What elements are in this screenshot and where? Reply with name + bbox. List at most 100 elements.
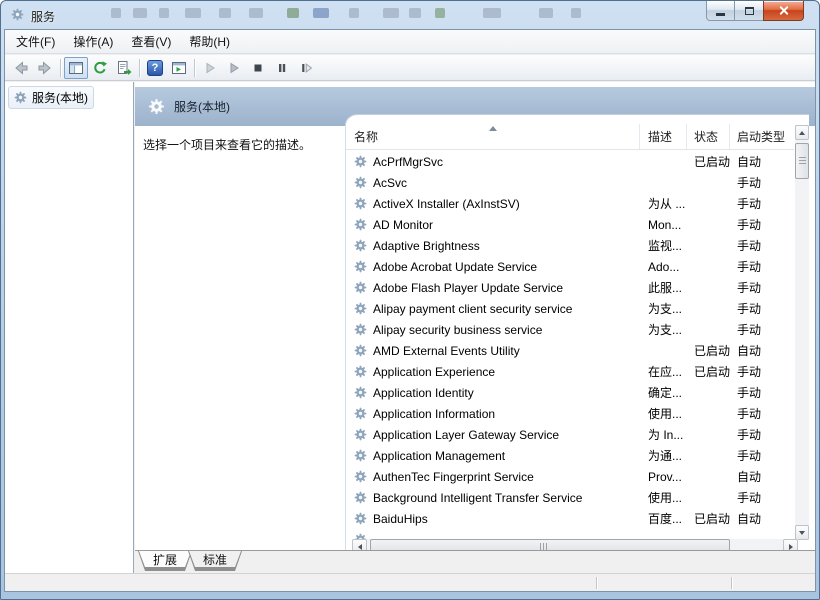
- console-tree-panel: 服务(本地): [5, 82, 134, 573]
- menu-item-view[interactable]: 查看(V): [122, 29, 180, 54]
- restart-service-button[interactable]: [294, 57, 318, 79]
- menu-item-action[interactable]: 操作(A): [64, 29, 122, 54]
- service-name: ActiveX Installer (AxInstSV): [373, 197, 520, 211]
- tab-extended[interactable]: 扩展: [138, 551, 192, 571]
- service-name: AcPrfMgrSvc: [373, 155, 443, 169]
- service-row[interactable]: Background Intelligent Transfer Service …: [346, 487, 794, 508]
- export-list-button[interactable]: [112, 57, 136, 79]
- show-action-pane-button[interactable]: [167, 57, 191, 79]
- service-startup-type: 手动: [730, 384, 794, 401]
- service-row[interactable]: Alipay security business service 为支... 手…: [346, 319, 794, 340]
- service-row[interactable]: Application Information 使用... 手动: [346, 403, 794, 424]
- service-status: 已启动: [687, 153, 730, 170]
- forward-button[interactable]: [33, 57, 57, 79]
- service-description: 使用...: [640, 405, 687, 422]
- service-row[interactable]: BaiduHips 百度... 已启动 自动: [346, 508, 794, 529]
- resume-service-button[interactable]: [222, 57, 246, 79]
- menu-item-file[interactable]: 文件(F): [7, 29, 64, 54]
- service-row[interactable]: Alipay payment client security service 为…: [346, 298, 794, 319]
- service-row[interactable]: Adobe Acrobat Update Service Ado... 手动: [346, 256, 794, 277]
- service-row[interactable]: Application Layer Gateway Service 为 In..…: [346, 424, 794, 445]
- service-row[interactable]: Application Experience 在应... 已启动 手动: [346, 361, 794, 382]
- service-row[interactable]: ActiveX Installer (AxInstSV) 为从 ... 手动: [346, 193, 794, 214]
- service-startup-type: 手动: [730, 447, 794, 464]
- description-hint: 选择一个项目来查看它的描述。: [143, 136, 311, 153]
- service-row[interactable]: Adaptive Brightness 监视... 手动: [346, 235, 794, 256]
- play-icon: [202, 60, 218, 76]
- service-startup-type: 手动: [730, 300, 794, 317]
- service-name: Alipay payment client security service: [373, 302, 572, 316]
- start-service-button[interactable]: [198, 57, 222, 79]
- services-gear-icon: [11, 8, 24, 21]
- services-list-panel: 名称 描述 状态 启动类型: [345, 114, 809, 554]
- service-startup-type: 手动: [730, 258, 794, 275]
- service-row[interactable]: AcSvc 手动: [346, 172, 794, 193]
- service-row[interactable]: AMD External Events Utility 已启动 自动: [346, 340, 794, 361]
- service-row[interactable]: Adobe Flash Player Update Service 此服... …: [346, 277, 794, 298]
- service-status: 已启动: [687, 342, 730, 359]
- minimize-icon: [716, 13, 725, 16]
- service-name: Application Information: [373, 407, 495, 421]
- service-startup-type: 手动: [730, 489, 794, 506]
- services-gear-icon: [14, 91, 27, 104]
- titlebar[interactable]: 服务: [1, 1, 819, 29]
- window-title: 服务: [31, 8, 55, 25]
- pause-service-button[interactable]: [270, 57, 294, 79]
- service-name: Adobe Flash Player Update Service: [373, 281, 563, 295]
- maximize-button[interactable]: [735, 1, 763, 21]
- maximize-icon: [745, 7, 754, 15]
- service-gear-icon: [354, 323, 367, 336]
- column-header-description[interactable]: 描述: [640, 124, 687, 149]
- service-name: Background Intelligent Transfer Service: [373, 491, 582, 505]
- column-header-status[interactable]: 状态: [687, 124, 730, 149]
- statusbar-separator: [596, 577, 597, 589]
- refresh-button[interactable]: [88, 57, 112, 79]
- service-name: Application Management: [373, 449, 505, 463]
- scroll-down-button[interactable]: [795, 525, 809, 540]
- vertical-scrollbar[interactable]: [795, 125, 809, 540]
- service-description: 为支...: [640, 300, 687, 317]
- service-row-partial[interactable]: [346, 529, 640, 539]
- service-name: Application Experience: [373, 365, 495, 379]
- view-tabstrip: 扩展 标准: [135, 550, 815, 573]
- arrow-up-icon: [799, 131, 805, 135]
- column-header-name[interactable]: 名称: [346, 124, 640, 149]
- list-header: 名称 描述 状态 启动类型: [346, 124, 794, 150]
- service-row[interactable]: Application Management 为通... 手动: [346, 445, 794, 466]
- tab-standard[interactable]: 标准: [188, 551, 242, 571]
- scroll-up-button[interactable]: [795, 125, 809, 140]
- service-description: 监视...: [640, 237, 687, 254]
- service-rows: AcPrfMgrSvc 已启动 自动 AcSvc 手动: [346, 151, 794, 539]
- back-button[interactable]: [9, 57, 33, 79]
- service-name: Application Layer Gateway Service: [373, 428, 559, 442]
- service-row[interactable]: AuthenTec Fingerprint Service Prov... 自动: [346, 466, 794, 487]
- service-description: 为 In...: [640, 426, 687, 443]
- service-name: Adaptive Brightness: [373, 239, 480, 253]
- tree-item-services-local[interactable]: 服务(本地): [8, 86, 94, 109]
- column-header-startup-type[interactable]: 启动类型: [730, 124, 794, 149]
- service-gear-icon: [354, 176, 367, 189]
- service-startup-type: 手动: [730, 279, 794, 296]
- service-row[interactable]: AcPrfMgrSvc 已启动 自动: [346, 151, 794, 172]
- export-list-icon: [116, 60, 132, 76]
- service-name: AMD External Events Utility: [373, 344, 520, 358]
- service-row[interactable]: Application Identity 确定... 手动: [346, 382, 794, 403]
- stop-service-button[interactable]: [246, 57, 270, 79]
- show-console-tree-button[interactable]: [64, 57, 88, 79]
- service-startup-type: 自动: [730, 510, 794, 527]
- service-row[interactable]: AD Monitor Mon... 手动: [346, 214, 794, 235]
- status-bar: [5, 573, 815, 591]
- service-status: 已启动: [687, 510, 730, 527]
- service-name: Alipay security business service: [373, 323, 542, 337]
- help-button[interactable]: ?: [143, 57, 167, 79]
- close-button[interactable]: [763, 1, 804, 21]
- toolbar-separator: [60, 59, 61, 77]
- service-startup-type: 手动: [730, 321, 794, 338]
- menu-item-help[interactable]: 帮助(H): [180, 29, 239, 54]
- services-main-panel: 服务(本地) 选择一个项目来查看它的描述。 名称 描述 状态: [135, 82, 815, 573]
- vertical-scrollbar-thumb[interactable]: [795, 143, 809, 179]
- minimize-button[interactable]: [706, 1, 735, 21]
- services-window: 服务 文件(F) 操作(A) 查看(V) 帮助(H): [0, 0, 820, 600]
- close-icon: [778, 5, 789, 16]
- service-startup-type: 手动: [730, 237, 794, 254]
